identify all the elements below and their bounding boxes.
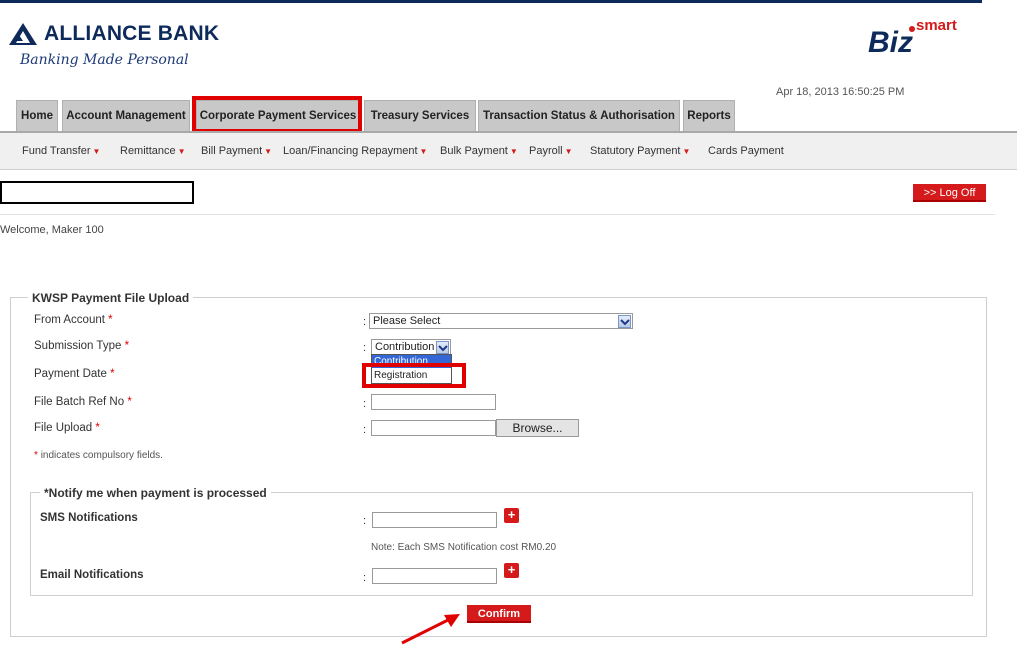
add-sms-plus-icon[interactable]: +	[504, 508, 519, 523]
annotation-arrow-icon	[401, 614, 460, 645]
payment-date-label: Payment Date *	[34, 368, 115, 380]
tab-treasury-services[interactable]: Treasury Services	[364, 100, 476, 131]
subnav-statutory-payment[interactable]: Statutory Payment ▼	[590, 145, 690, 157]
biz-logo-dot	[909, 26, 915, 32]
chevron-down-icon	[436, 341, 449, 354]
caret-down-icon: ▼	[509, 147, 518, 156]
subnav-fund-transfer[interactable]: Fund Transfer ▼	[22, 145, 100, 157]
file-upload-input[interactable]	[371, 420, 496, 436]
email-notifications-label: Email Notifications	[40, 569, 144, 581]
tab-highlight-box	[192, 96, 362, 133]
submission-type-label: Submission Type *	[34, 340, 130, 352]
colon: :	[363, 572, 367, 584]
kwsp-upload-legend: KWSP Payment File Upload	[28, 291, 194, 305]
alliance-logo-icon	[9, 23, 37, 45]
subnav-cards-payment[interactable]: Cards Payment	[708, 145, 784, 157]
colon: :	[363, 316, 367, 328]
tab-transaction-status[interactable]: Transaction Status & Authorisation	[478, 100, 680, 131]
caret-down-icon: ▼	[682, 147, 691, 156]
chevron-down-icon	[618, 315, 631, 328]
browse-button[interactable]: Browse...	[496, 419, 579, 437]
subnav-remittance[interactable]: Remittance ▼	[120, 145, 186, 157]
submission-type-select[interactable]: Contribution	[371, 339, 451, 355]
subnav-loan-financing-repayment[interactable]: Loan/Financing Repayment ▼	[283, 145, 427, 157]
colon: :	[363, 398, 367, 410]
subnav-bill-payment[interactable]: Bill Payment ▼	[201, 145, 272, 157]
colon: :	[363, 515, 367, 527]
caret-down-icon: ▼	[564, 147, 573, 156]
current-datetime: Apr 18, 2013 16:50:25 PM	[776, 86, 905, 98]
brand-tagline: Banking Made Personal	[20, 52, 189, 68]
sms-cost-note: Note: Each SMS Notification cost RM0.20	[371, 542, 557, 553]
top-rule	[0, 0, 982, 3]
file-upload-label: File Upload *	[34, 422, 100, 434]
biz-logo-smart: smart	[916, 17, 957, 34]
colon: :	[363, 342, 367, 354]
caret-down-icon: ▼	[419, 147, 428, 156]
confirm-button[interactable]: Confirm	[467, 605, 531, 623]
subnav-payroll[interactable]: Payroll ▼	[529, 145, 573, 157]
tab-reports[interactable]: Reports	[683, 100, 735, 131]
divider	[0, 214, 995, 215]
brand-name: ALLIANCE BANK	[44, 22, 220, 45]
file-batch-ref-input[interactable]	[371, 394, 496, 410]
sms-notifications-label: SMS Notifications	[40, 512, 138, 524]
file-batch-ref-label: File Batch Ref No *	[34, 396, 132, 408]
notify-legend: *Notify me when payment is processed	[40, 486, 271, 500]
logoff-button[interactable]: >> Log Off	[913, 184, 986, 202]
tab-account-management[interactable]: Account Management	[62, 100, 190, 131]
from-account-label: From Account *	[34, 314, 113, 326]
biz-logo: Biz	[868, 26, 913, 59]
sms-notifications-input[interactable]	[372, 512, 497, 528]
colon: :	[363, 424, 367, 436]
add-email-plus-icon[interactable]: +	[504, 563, 519, 578]
caret-down-icon: ▼	[264, 147, 273, 156]
subnav-bulk-payment[interactable]: Bulk Payment ▼	[440, 145, 518, 157]
from-account-select[interactable]: Please Select	[369, 313, 633, 329]
welcome-message: Welcome, Maker 100	[0, 224, 104, 236]
caret-down-icon: ▼	[177, 147, 186, 156]
email-notifications-input[interactable]	[372, 568, 497, 584]
tab-home[interactable]: Home	[16, 100, 58, 131]
caret-down-icon: ▼	[92, 147, 101, 156]
registration-highlight-box	[362, 363, 466, 388]
redacted-box	[0, 181, 194, 204]
compulsory-note: * indicates compulsory fields.	[34, 450, 163, 461]
